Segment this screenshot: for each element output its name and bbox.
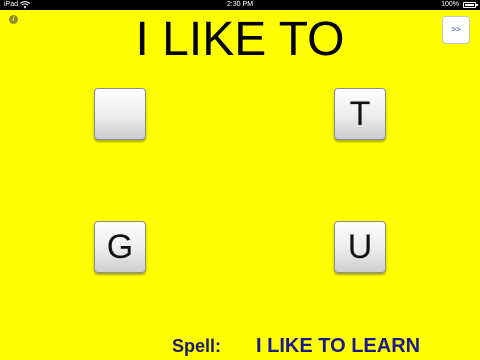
battery-icon <box>463 2 478 8</box>
status-bar: iPad 2:30 PM 100% <box>0 0 480 10</box>
next-button[interactable]: >> <box>442 16 470 44</box>
spell-label: Spell: <box>172 336 222 356</box>
spell-target-sentence: I LIKE TO LEARN <box>256 335 421 357</box>
sentence-prompt: I LIKE TO <box>135 13 345 66</box>
app-canvas: i I LIKE TO >> T G U Spell: I LIKE TO LE… <box>0 10 480 360</box>
letter-tile[interactable] <box>94 88 146 140</box>
battery-percentage: 100% <box>441 1 459 8</box>
letter-tile[interactable]: U <box>334 221 386 273</box>
status-time: 2:30 PM <box>226 1 254 8</box>
letter-tile[interactable]: T <box>334 88 386 140</box>
letter-tile[interactable]: G <box>94 221 146 273</box>
